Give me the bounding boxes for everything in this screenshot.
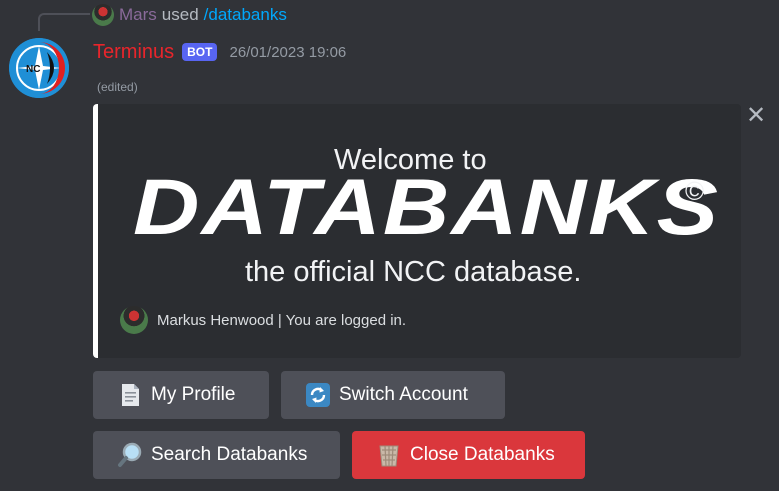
bot-avatar[interactable]: NC bbox=[9, 38, 69, 98]
edited-label: (edited) bbox=[97, 80, 138, 94]
close-databanks-label: Close Databanks bbox=[410, 444, 555, 465]
embed-card: Welcome to DATABANKS © the official NCC … bbox=[93, 104, 741, 358]
embed-footer: Markus Henwood | You are logged in. bbox=[120, 306, 406, 334]
my-profile-label: My Profile bbox=[151, 384, 236, 405]
reply-username[interactable]: Mars bbox=[119, 5, 157, 25]
search-databanks-button[interactable]: Search Databanks bbox=[93, 431, 340, 479]
bot-badge: BOT bbox=[182, 43, 218, 61]
my-profile-button[interactable]: My Profile bbox=[93, 371, 269, 419]
magnifier-icon bbox=[117, 442, 143, 468]
search-databanks-label: Search Databanks bbox=[151, 444, 308, 465]
dismiss-embed-icon[interactable]: ✕ bbox=[745, 104, 767, 128]
page-icon bbox=[117, 382, 143, 408]
banner-copyright: © bbox=[685, 176, 705, 206]
reply-used-text: used bbox=[161, 5, 199, 24]
switch-account-label: Switch Account bbox=[339, 384, 468, 405]
svg-text:NC: NC bbox=[26, 64, 40, 75]
footer-text: Markus Henwood | You are logged in. bbox=[157, 311, 407, 329]
reply-command[interactable]: /databanks bbox=[204, 5, 287, 25]
arrows-refresh-icon bbox=[305, 382, 331, 408]
banner-subtitle: the official NCC database. bbox=[245, 256, 582, 288]
reply-connector bbox=[38, 13, 90, 31]
message-timestamp[interactable]: 26/01/2023 19:06 bbox=[229, 44, 346, 61]
switch-account-button[interactable]: Switch Account bbox=[281, 371, 505, 419]
banner-title: DATABANKS bbox=[133, 163, 720, 252]
ncc-logo-icon: NC bbox=[9, 38, 69, 98]
footer-avatar bbox=[120, 306, 148, 334]
wastebasket-icon bbox=[376, 442, 402, 468]
reply-avatar[interactable] bbox=[92, 4, 114, 26]
close-databanks-button[interactable]: Close Databanks bbox=[352, 431, 585, 479]
author-name[interactable]: Terminus bbox=[93, 41, 174, 64]
reply-context[interactable]: Mars used /databanks bbox=[92, 3, 287, 27]
message-header: Terminus BOT 26/01/2023 19:06 bbox=[93, 39, 346, 65]
